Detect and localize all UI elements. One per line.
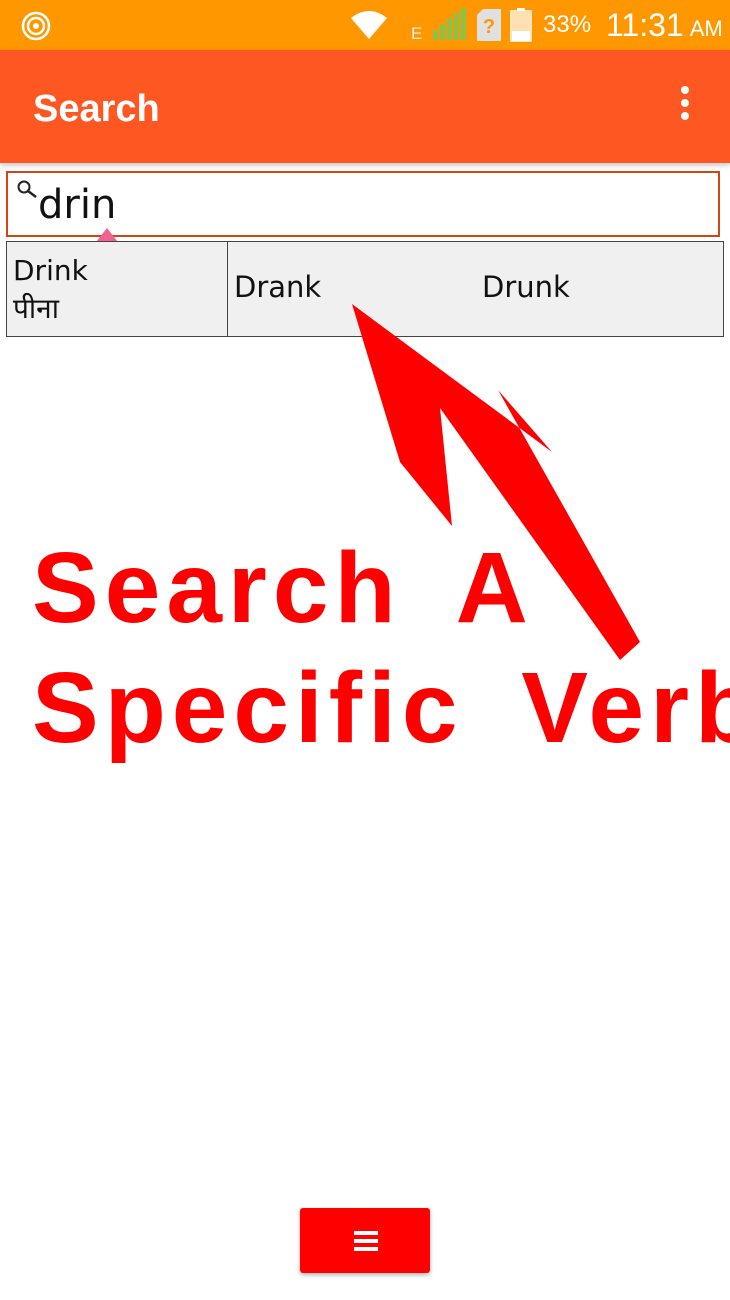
base-form-english: Drink <box>13 254 88 287</box>
annotation-text: Search A Specific Verb <box>32 528 730 768</box>
clock-ampm: AM <box>689 16 723 41</box>
sim-unknown-icon: ? <box>477 9 501 41</box>
annotation-line-2: Specific Verb <box>32 652 730 764</box>
search-icon <box>17 180 37 198</box>
search-input[interactable] <box>38 181 708 229</box>
battery-percent: 33% <box>543 11 592 38</box>
status-bar: E ? 33% 11:31 AM <box>0 0 730 50</box>
signal-icon <box>433 8 466 40</box>
svg-text:?: ? <box>483 16 495 38</box>
app-bar: Search <box>0 50 730 163</box>
past-form: Drank <box>234 270 322 304</box>
clock: 11:31 AM <box>606 7 723 44</box>
menu-button[interactable] <box>300 1208 430 1273</box>
overflow-menu-icon[interactable] <box>672 86 698 126</box>
battery-icon <box>510 8 532 42</box>
wifi-icon <box>351 11 387 39</box>
app-notification-icon <box>21 11 51 41</box>
base-form-hindi: पीना <box>13 292 59 325</box>
annotation-line-1: Search A <box>32 532 534 644</box>
base-form-cell: Drink पीना <box>7 242 228 336</box>
network-type: E <box>411 24 423 43</box>
clock-time: 11:31 <box>606 7 684 43</box>
hamburger-menu-icon <box>354 1231 378 1251</box>
page-title: Search <box>33 88 160 130</box>
